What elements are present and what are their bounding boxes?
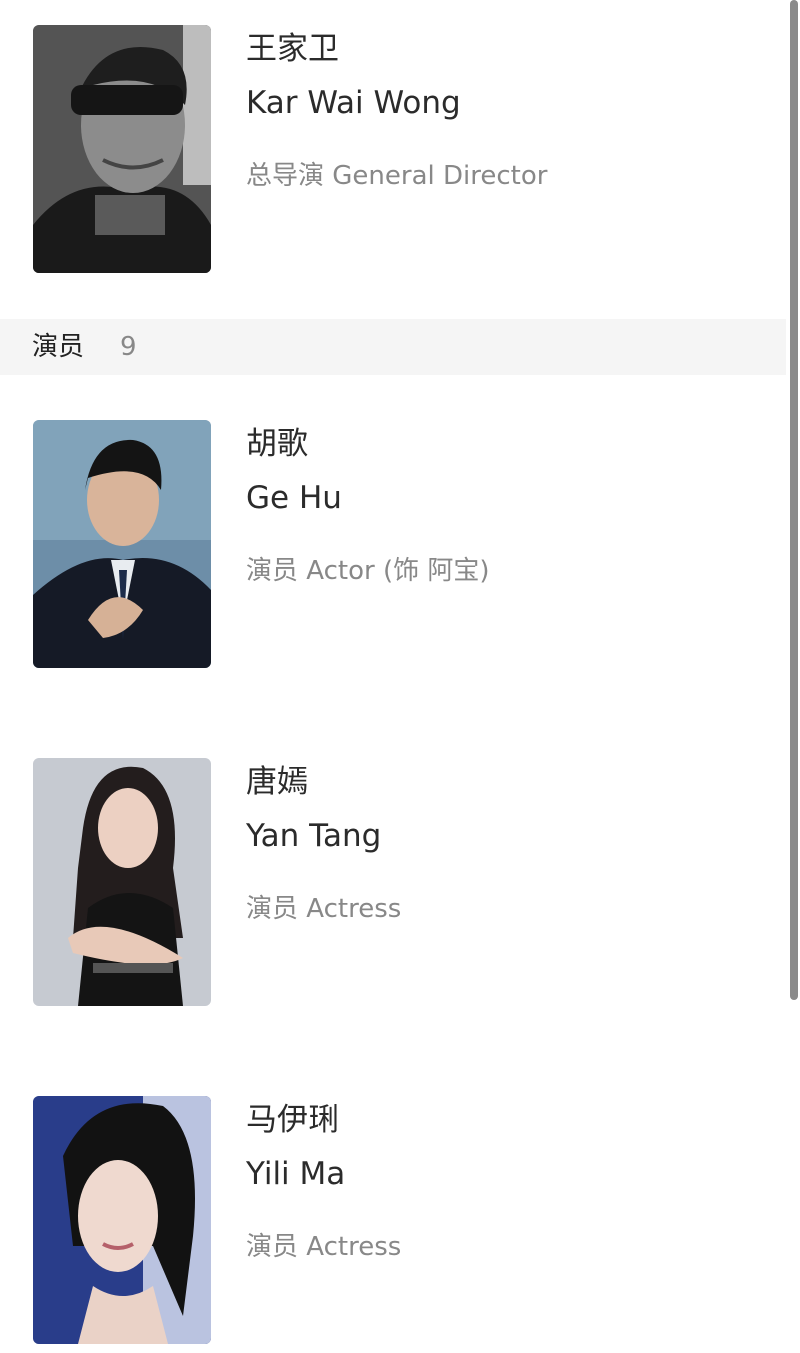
cast-role: 演员 Actress [246, 1232, 402, 1262]
portrait-photo-icon [33, 1096, 211, 1344]
cast-role: 演员 Actor (饰 阿宝) [246, 556, 490, 586]
cast-cn-name: 马伊琍 [246, 1102, 339, 1138]
section-title: 演员 [32, 332, 85, 362]
cast-card[interactable]: 马伊琍 Yili Ma 演员 Actress [0, 1096, 790, 1353]
cast-photo[interactable] [33, 420, 211, 668]
director-card[interactable]: 王家卫 Kar Wai Wong 总导演 General Director [0, 25, 790, 285]
portrait-photo-icon [33, 758, 211, 1006]
cast-card[interactable]: 唐嫣 Yan Tang 演员 Actress [0, 758, 790, 1018]
director-cn-name: 王家卫 [246, 31, 339, 67]
cast-en-name: Ge Hu [246, 480, 342, 516]
director-en-name: Kar Wai Wong [246, 85, 461, 121]
cast-role: 演员 Actress [246, 894, 402, 924]
cast-card[interactable]: 胡歌 Ge Hu 演员 Actor (饰 阿宝) [0, 420, 790, 680]
cast-en-name: Yili Ma [246, 1156, 346, 1192]
cast-cn-name: 胡歌 [246, 426, 308, 462]
section-count: 9 [120, 332, 137, 362]
director-photo[interactable] [33, 25, 211, 273]
cast-en-name: Yan Tang [246, 818, 382, 854]
cast-section-header: 演员 9 [0, 319, 786, 375]
cast-photo[interactable] [33, 758, 211, 1006]
cast-cn-name: 唐嫣 [246, 764, 308, 800]
portrait-photo-icon [33, 25, 211, 273]
cast-list-page: 王家卫 Kar Wai Wong 总导演 General Director 演员… [0, 0, 800, 1353]
portrait-photo-icon [33, 420, 211, 668]
vertical-scrollbar[interactable] [790, 0, 798, 1000]
director-role: 总导演 General Director [246, 161, 548, 191]
cast-photo[interactable] [33, 1096, 211, 1344]
